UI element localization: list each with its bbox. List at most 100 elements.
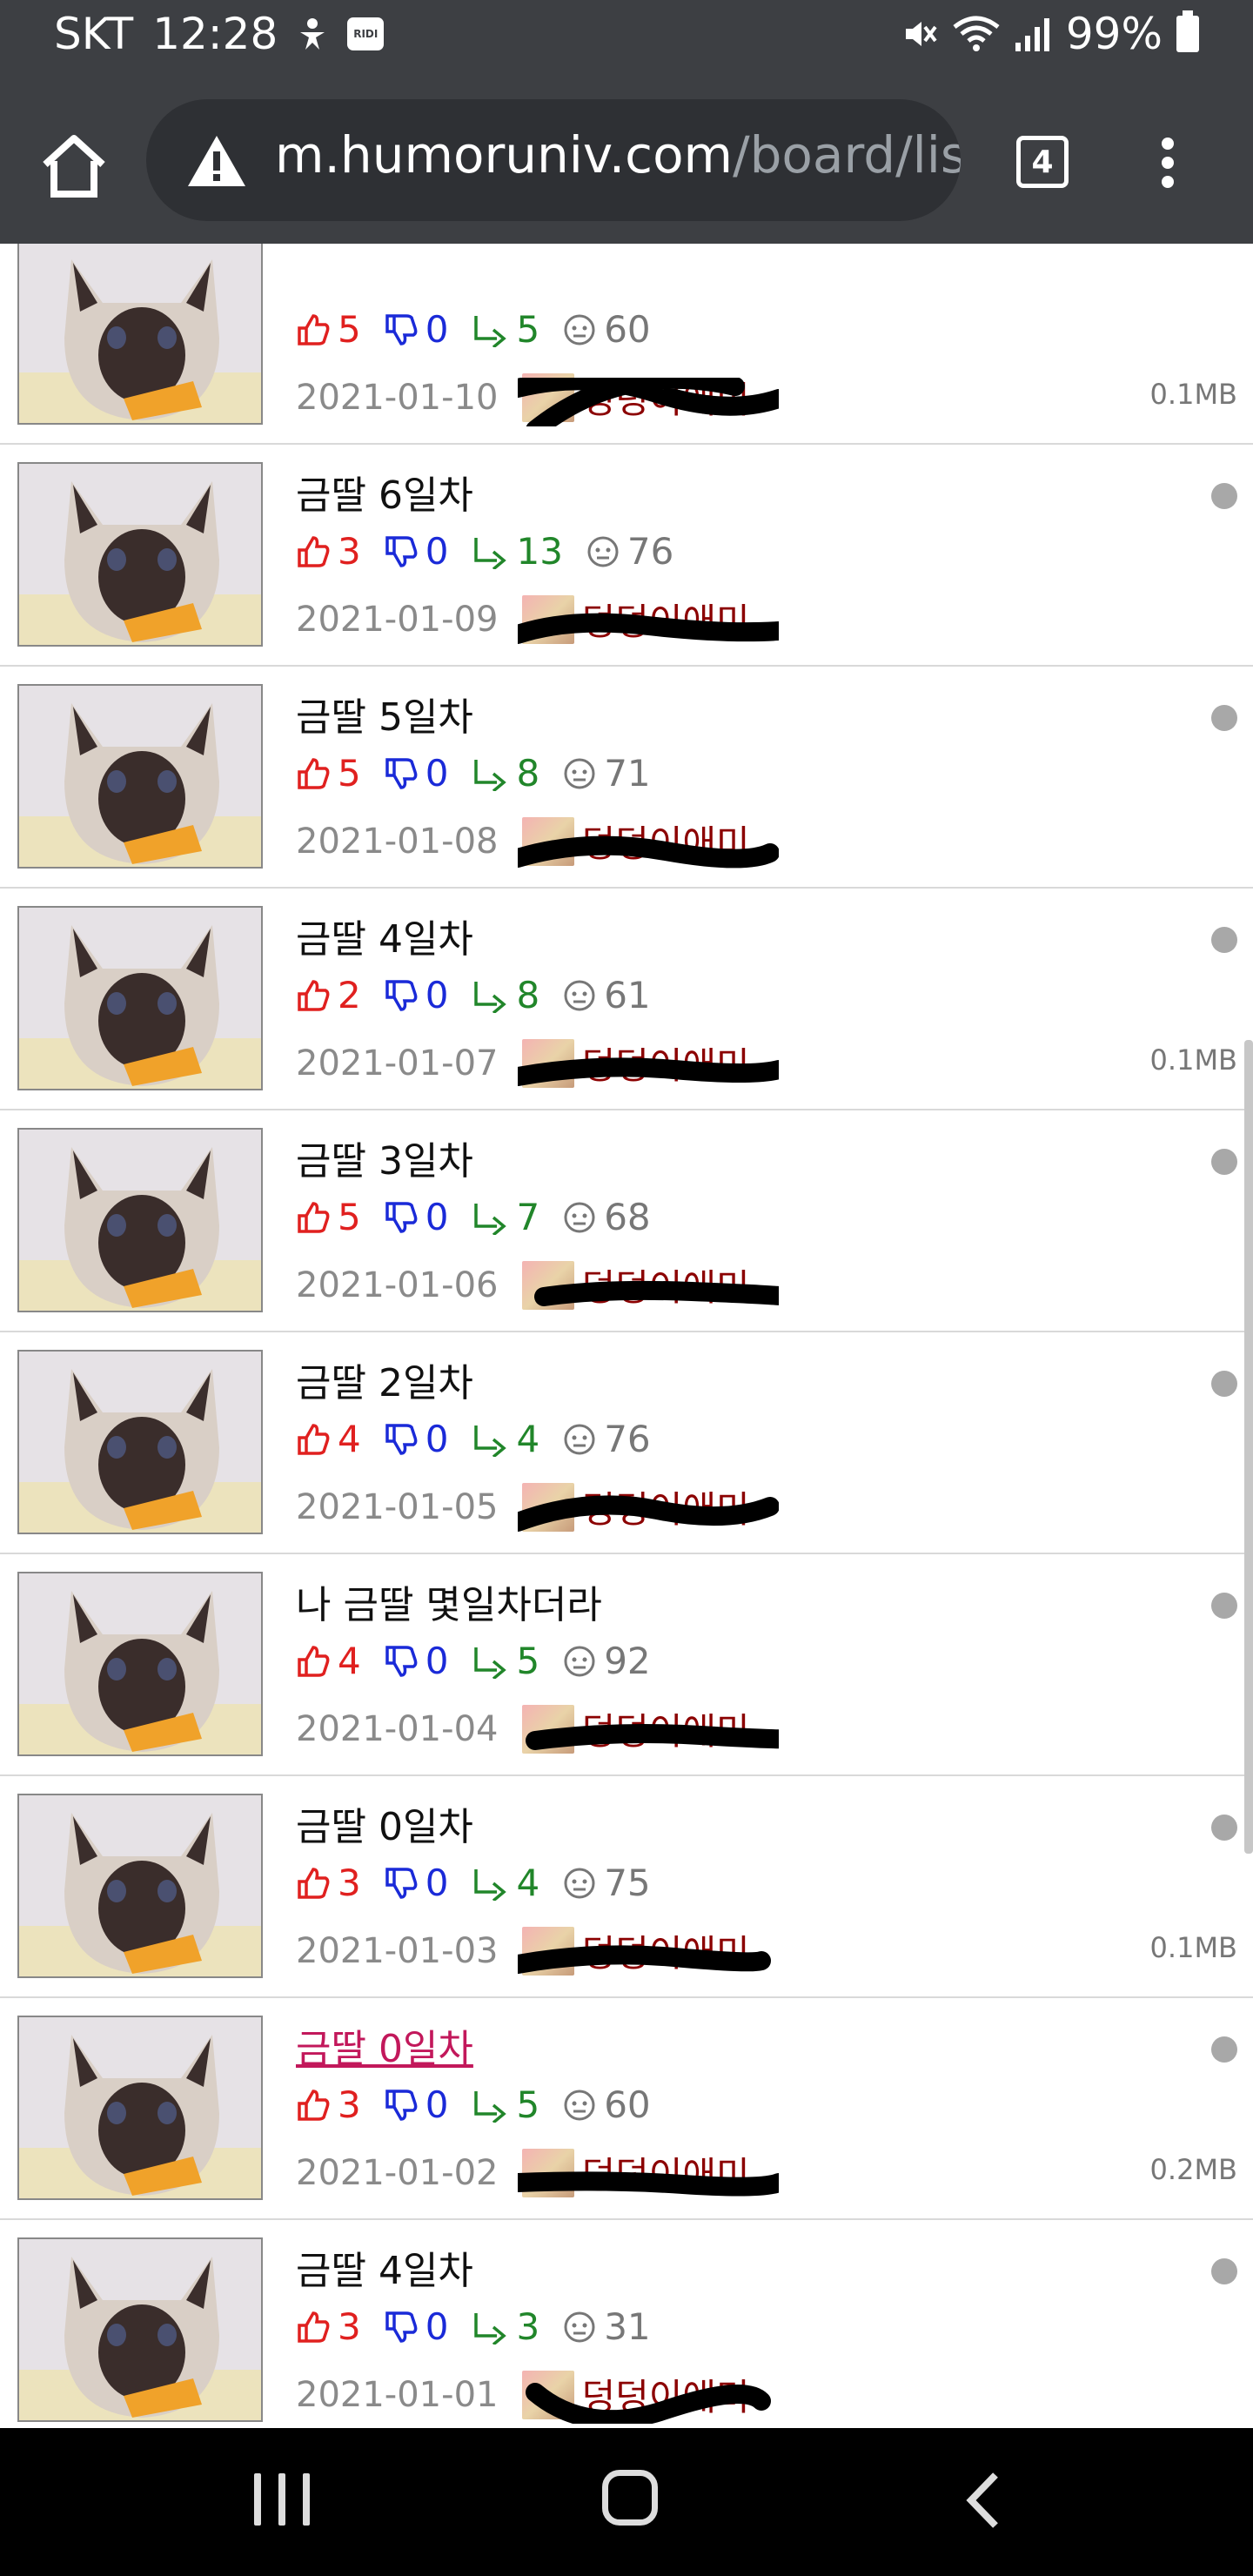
- post-thumbnail[interactable]: [17, 684, 263, 869]
- post-thumbnail[interactable]: [17, 1350, 263, 1534]
- author-name[interactable]: 덩덩이애미: [581, 593, 749, 646]
- post-date: 2021-01-04: [296, 1708, 499, 1749]
- upvote-stat: 5: [296, 308, 361, 351]
- post-stats: 5 0 8 71: [296, 752, 673, 795]
- list-item[interactable]: 5 0 5 60 2021-01-10 덩덩이애미 0.1MB: [0, 244, 1253, 445]
- unread-dot-icon: [1211, 2258, 1237, 2284]
- upvote-stat: 4: [296, 1640, 361, 1682]
- author-name[interactable]: 덩덩이애미: [581, 815, 749, 868]
- back-icon[interactable]: [957, 2470, 1009, 2531]
- downvote-stat: 0: [384, 974, 448, 1016]
- views-stat: 92: [562, 1640, 651, 1682]
- post-meta: 2021-01-02 덩덩이애미: [296, 2146, 750, 2199]
- post-meta: 2021-01-08 덩덩이애미: [296, 815, 750, 868]
- thumb-down-icon: [385, 313, 418, 345]
- upvote-count: 2: [338, 974, 361, 1016]
- attachment-size: 0.1MB: [1149, 1931, 1237, 1964]
- author-avatar: [522, 594, 575, 644]
- author-name[interactable]: 덩덩이애미: [581, 2146, 749, 2199]
- views-count: 92: [604, 1640, 651, 1682]
- list-item[interactable]: 금딸 0일차 3 0 5 60 2021-01-02 덩덩이애미 0.2MB: [0, 1998, 1253, 2220]
- post-stats: 3 0 3 31: [296, 2305, 673, 2348]
- upvote-count: 5: [338, 308, 361, 351]
- post-title[interactable]: 금딸 4일차: [296, 908, 473, 963]
- post-date: 2021-01-03: [296, 1930, 499, 1971]
- unread-dot-icon: [1211, 1371, 1237, 1397]
- views-icon: [564, 2090, 595, 2120]
- downvote-count: 0: [425, 2305, 449, 2348]
- reply-stat: 13: [471, 530, 563, 573]
- more-vert-icon[interactable]: [1142, 131, 1194, 209]
- views-stat: 76: [562, 1418, 651, 1460]
- reply-stat: 4: [471, 1862, 539, 1904]
- post-title[interactable]: 금딸 6일차: [296, 464, 473, 520]
- warning-icon[interactable]: [186, 134, 247, 188]
- reply-stat: 8: [471, 752, 539, 795]
- post-stats: 3 0 4 75: [296, 1862, 673, 1904]
- post-thumbnail[interactable]: [17, 1794, 263, 1978]
- post-title[interactable]: 금딸 3일차: [296, 1130, 473, 1185]
- list-item[interactable]: 금딸 2일차 4 0 4 76 2021-01-05 덩덩이애미: [0, 1332, 1253, 1554]
- views-icon: [564, 1424, 595, 1454]
- list-item[interactable]: 금딸 0일차 3 0 4 75 2021-01-03 덩덩이애미 0.1MB: [0, 1776, 1253, 1998]
- post-title[interactable]: 금딸 4일차: [296, 2239, 473, 2295]
- post-meta: 2021-01-05 덩덩이애미: [296, 1480, 750, 1533]
- post-thumbnail[interactable]: [17, 906, 263, 1090]
- list-item[interactable]: 나 금딸 몇일차더라 4 0 5 92 2021-01-04 덩덩이애미: [0, 1554, 1253, 1776]
- downvote-count: 0: [425, 1862, 449, 1904]
- url-text[interactable]: m.humoruniv.com/board/lis: [275, 125, 961, 184]
- tabs-icon[interactable]: 4: [1016, 136, 1069, 188]
- upvote-count: 4: [338, 1418, 361, 1460]
- downvote-stat: 0: [384, 1640, 448, 1682]
- reply-icon: [474, 2312, 507, 2345]
- views-stat: 60: [562, 308, 651, 351]
- scrollbar[interactable]: [1244, 1040, 1253, 1854]
- nav-home-icon[interactable]: [602, 2470, 658, 2526]
- list-item[interactable]: 금딸 4일차 3 0 3 31 2021-01-01 덩덩이애미: [0, 2220, 1253, 2428]
- upvote-count: 3: [338, 2083, 361, 2126]
- author-name[interactable]: 덩덩이애미: [581, 371, 749, 424]
- post-thumbnail[interactable]: [17, 244, 263, 425]
- views-icon: [564, 1646, 595, 1676]
- post-title[interactable]: 금딸 0일차: [296, 2017, 473, 2073]
- list-item[interactable]: 금딸 3일차 5 0 7 68 2021-01-06 덩덩이애미: [0, 1110, 1253, 1332]
- thumb-down-icon: [385, 1867, 418, 1899]
- list-item[interactable]: 금딸 5일차 5 0 8 71 2021-01-08 덩덩이애미: [0, 667, 1253, 889]
- recent-apps-icon[interactable]: [254, 2473, 310, 2529]
- address-bar[interactable]: m.humoruniv.com/board/lis: [146, 99, 961, 221]
- post-date: 2021-01-01: [296, 2374, 499, 2415]
- upvote-stat: 2: [296, 974, 361, 1016]
- views-count: 60: [604, 308, 651, 351]
- post-meta: 2021-01-03 덩덩이애미: [296, 1924, 750, 1977]
- list-item[interactable]: 금딸 6일차 3 0 13 76 2021-01-09 덩덩이애미: [0, 445, 1253, 667]
- home-icon[interactable]: [35, 126, 113, 205]
- post-stats: 4 0 5 92: [296, 1640, 673, 1682]
- upvote-stat: 5: [296, 1196, 361, 1238]
- system-nav-bar: [0, 2428, 1253, 2576]
- post-thumbnail[interactable]: [17, 462, 263, 647]
- post-stats: 3 0 13 76: [296, 530, 696, 573]
- status-right: 99%: [901, 9, 1199, 59]
- downvote-count: 0: [425, 530, 449, 573]
- author-name[interactable]: 덩덩이애미: [581, 1480, 749, 1533]
- post-thumbnail[interactable]: [17, 2237, 263, 2422]
- author-name[interactable]: 덩덩이애미: [581, 1036, 749, 1090]
- post-stats: 2 0 8 61: [296, 974, 673, 1016]
- post-thumbnail[interactable]: [17, 2016, 263, 2200]
- post-title[interactable]: 금딸 0일차: [296, 1795, 473, 1851]
- author-avatar: [522, 2148, 575, 2197]
- author-name[interactable]: 덩덩이애미: [581, 1258, 749, 1311]
- ridi-app-icon: RIDI: [347, 17, 385, 50]
- author-name[interactable]: 덩덩이애미: [581, 1924, 749, 1977]
- post-title[interactable]: 금딸 2일차: [296, 1352, 473, 1407]
- post-thumbnail[interactable]: [17, 1128, 263, 1312]
- author-name[interactable]: 덩덩이애미: [581, 1702, 749, 1755]
- post-thumbnail[interactable]: [17, 1572, 263, 1756]
- list-item[interactable]: 금딸 4일차 2 0 8 61 2021-01-07 덩덩이애미 0.1MB: [0, 889, 1253, 1110]
- author-name[interactable]: 덩덩이애미: [581, 2368, 749, 2421]
- post-title[interactable]: 금딸 5일차: [296, 686, 473, 741]
- unread-dot-icon: [1211, 483, 1237, 509]
- post-title[interactable]: 나 금딸 몇일차더라: [296, 1573, 602, 1629]
- post-list: 5 0 5 60 2021-01-10 덩덩이애미 0.1MB 금딸 6일차 3…: [0, 244, 1253, 2428]
- post-date: 2021-01-09: [296, 599, 499, 640]
